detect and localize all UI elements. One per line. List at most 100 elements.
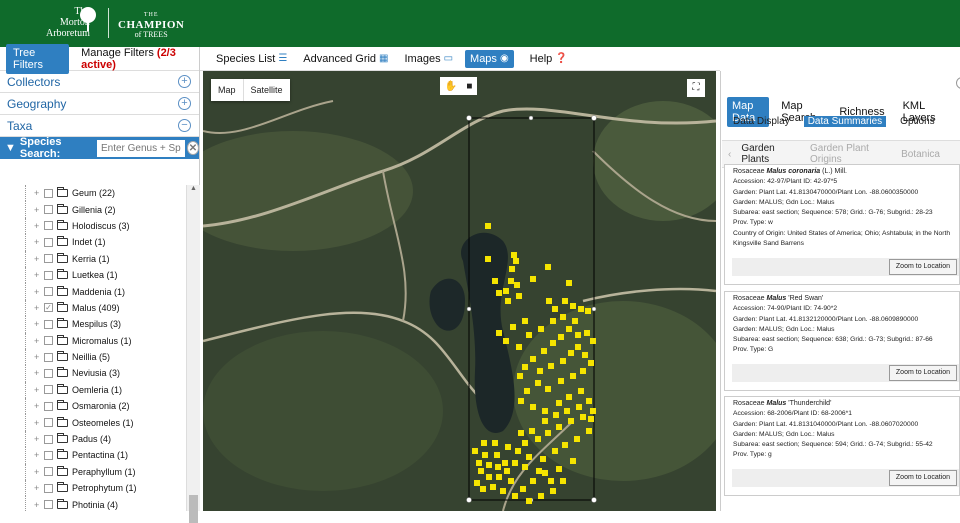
specimen-marker[interactable]	[535, 436, 541, 442]
accordion-collectors[interactable]: Collectors +	[0, 71, 199, 93]
specimen-marker[interactable]	[584, 330, 590, 336]
expand-plus-icon[interactable]: +	[34, 368, 42, 378]
accordion-geography[interactable]: Geography +	[0, 93, 199, 115]
specimen-marker[interactable]	[568, 418, 574, 424]
specimen-marker[interactable]	[536, 468, 542, 474]
expand-plus-icon[interactable]: +	[34, 450, 42, 460]
specimen-marker[interactable]	[570, 458, 576, 464]
specimen-marker[interactable]	[535, 380, 541, 386]
tree-checkbox[interactable]: ✓	[44, 303, 53, 313]
specimen-marker[interactable]	[590, 408, 596, 414]
tree-checkbox[interactable]	[44, 287, 53, 297]
subtab-options[interactable]: Options	[900, 116, 934, 127]
specimen-marker[interactable]	[550, 340, 556, 346]
specimen-marker[interactable]	[508, 278, 514, 284]
specimen-marker[interactable]	[476, 460, 482, 466]
tree-checkbox[interactable]	[44, 188, 53, 198]
specimen-marker[interactable]	[590, 338, 596, 344]
expand-plus-icon[interactable]: +	[34, 500, 42, 510]
tree-checkbox[interactable]	[44, 385, 53, 395]
hand-pan-icon[interactable]: ✋	[445, 81, 457, 92]
tree-item[interactable]: + Neillia (5)	[0, 348, 186, 366]
tree-item[interactable]: + Osteomeles (1)	[0, 414, 186, 431]
specimen-marker[interactable]	[505, 298, 511, 304]
tree-checkbox[interactable]	[44, 319, 53, 329]
expand-plus-icon[interactable]: +	[34, 336, 42, 346]
specimen-marker[interactable]	[542, 408, 548, 414]
specimen-marker[interactable]	[542, 418, 548, 424]
specimen-marker[interactable]	[504, 468, 510, 474]
specimen-marker[interactable]	[550, 488, 556, 494]
specimen-marker[interactable]	[542, 470, 548, 476]
chevron-left-icon[interactable]: ‹	[728, 149, 731, 160]
specimen-marker[interactable]	[512, 493, 518, 499]
specimen-marker[interactable]	[556, 466, 562, 472]
section-garden-plants[interactable]: Garden Plants	[741, 143, 790, 165]
specimen-marker[interactable]	[576, 404, 582, 410]
specimen-marker[interactable]	[522, 464, 528, 470]
specimen-marker[interactable]	[556, 400, 562, 406]
specimen-marker[interactable]	[486, 474, 492, 480]
map-view-button[interactable]: Map	[211, 79, 243, 101]
specimen-marker[interactable]	[552, 448, 558, 454]
specimen-marker[interactable]	[530, 276, 536, 282]
specimen-marker[interactable]	[486, 462, 492, 468]
species-search-input[interactable]	[96, 139, 185, 157]
specimen-marker[interactable]	[478, 468, 484, 474]
tree-item[interactable]: + Neviusia (3)	[0, 365, 186, 382]
expand-plus-icon[interactable]: +	[34, 221, 42, 231]
specimen-marker[interactable]	[511, 252, 517, 258]
tree-item[interactable]: + Indet (1)	[0, 234, 186, 251]
specimen-marker[interactable]	[515, 448, 521, 454]
scroll-up-icon[interactable]: ▲	[187, 185, 200, 197]
specimen-marker[interactable]	[572, 318, 578, 324]
tree-checkbox[interactable]	[44, 205, 53, 215]
expand-plus-icon[interactable]: +	[34, 303, 42, 313]
tree-checkbox[interactable]	[44, 434, 53, 444]
specimen-marker[interactable]	[492, 440, 498, 446]
specimen-marker[interactable]	[548, 363, 554, 369]
specimen-marker[interactable]	[500, 488, 506, 494]
specimen-marker[interactable]	[496, 330, 502, 336]
tab-maps[interactable]: Maps ◉	[465, 49, 514, 68]
specimen-marker[interactable]	[502, 460, 508, 466]
tree-item[interactable]: + Oemleria (1)	[0, 381, 186, 399]
specimen-marker[interactable]	[540, 456, 546, 462]
specimen-marker[interactable]	[530, 356, 536, 362]
specimen-marker[interactable]	[558, 378, 564, 384]
specimen-marker[interactable]	[516, 293, 522, 299]
expand-plus-icon[interactable]: +	[34, 434, 42, 444]
specimen-marker[interactable]	[566, 280, 572, 286]
specimen-marker[interactable]	[570, 373, 576, 379]
tree-item[interactable]: + Micromalus (1)	[0, 332, 186, 349]
specimen-marker[interactable]	[496, 290, 502, 296]
tree-checkbox[interactable]	[44, 254, 53, 264]
rectangle-draw-icon[interactable]: ■	[466, 81, 472, 92]
specimen-marker[interactable]	[513, 258, 519, 264]
zoom-to-location-button[interactable]: Zoom to Location	[888, 365, 957, 382]
expand-plus-icon[interactable]: +	[34, 467, 42, 477]
tree-checkbox[interactable]	[44, 336, 53, 346]
tab-help[interactable]: Help ❓	[530, 53, 568, 65]
expand-plus-icon[interactable]: +	[34, 385, 42, 395]
specimen-marker[interactable]	[517, 373, 523, 379]
expand-plus-icon[interactable]: +	[34, 418, 42, 428]
tree-checkbox[interactable]	[44, 401, 53, 411]
tree-checkbox[interactable]	[44, 418, 53, 428]
specimen-marker[interactable]	[522, 440, 528, 446]
specimen-marker[interactable]	[566, 326, 572, 332]
specimen-marker[interactable]	[516, 344, 522, 350]
specimen-marker[interactable]	[580, 368, 586, 374]
specimen-marker[interactable]	[546, 298, 552, 304]
specimen-marker[interactable]	[522, 364, 528, 370]
expand-plus-icon[interactable]: +	[34, 237, 42, 247]
tree-item[interactable]: + Gillenia (2)	[0, 201, 186, 218]
tree-checkbox[interactable]	[44, 500, 53, 510]
specimen-marker[interactable]	[526, 332, 532, 338]
specimen-marker[interactable]	[538, 326, 544, 332]
specimen-marker[interactable]	[588, 416, 594, 422]
specimen-marker[interactable]	[545, 430, 551, 436]
tree-checkbox[interactable]	[44, 221, 53, 231]
specimen-marker[interactable]	[568, 350, 574, 356]
clear-search-icon[interactable]: ✕	[186, 141, 199, 155]
